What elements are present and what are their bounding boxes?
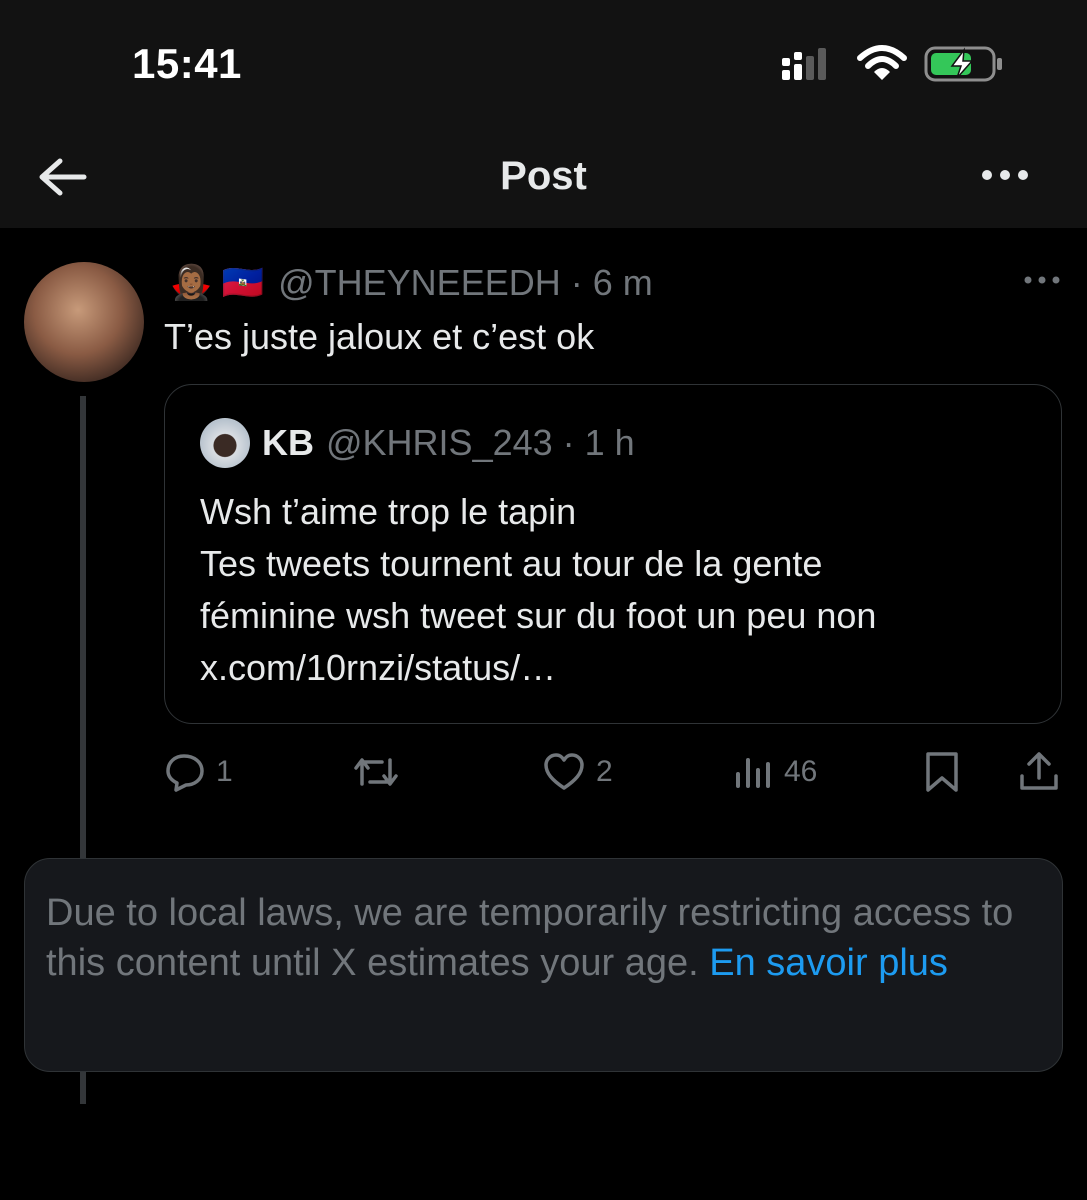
analytics-icon (736, 758, 770, 788)
reply-icon (166, 754, 204, 792)
bookmark-icon (926, 752, 958, 792)
heart-icon (544, 753, 584, 790)
page-title: Post (500, 154, 587, 198)
like-count: 2 (596, 755, 613, 788)
more-options-icon[interactable] (978, 163, 1032, 187)
quoted-author-handle: @KHRIS_243 (326, 422, 553, 463)
quoted-author-avatar (200, 418, 250, 468)
share-icon (1020, 752, 1058, 790)
views-count: 46 (784, 755, 818, 788)
post-text: T’es juste jaloux et c’est ok (164, 316, 595, 357)
quoted-link[interactable]: x.com/10rnzi/status/… (200, 642, 1040, 694)
meta-separator: · (560, 262, 593, 303)
status-time: 15:41 (132, 40, 242, 87)
repost-button[interactable] (352, 748, 410, 796)
share-button[interactable] (1018, 748, 1060, 796)
like-button[interactable]: 2 (542, 748, 613, 796)
quoted-text-line: Tes tweets tournent au tour de la gente (200, 543, 823, 584)
battery-charging-icon (924, 46, 1002, 82)
quoted-author-meta: KB @KHRIS_243 · 1 h (262, 422, 635, 464)
display-name-emojis: 🧛🏾‍♀️ 🇭🇹 (170, 264, 265, 302)
bookmark-button[interactable] (922, 748, 962, 796)
wifi-icon (857, 45, 907, 80)
repost-icon (354, 758, 398, 786)
quoted-post-text: Wsh t’aime trop le tapin Tes tweets tour… (200, 486, 1040, 694)
author-avatar[interactable] (24, 262, 144, 382)
reply-count: 1 (216, 755, 233, 788)
views-button[interactable]: 46 (734, 748, 817, 796)
quoted-text-line: féminine wsh tweet sur du foot un peu no… (200, 595, 877, 636)
age-restriction-text: Due to local laws, we are temporarily re… (46, 888, 1046, 988)
post-time: 6 m (592, 262, 653, 303)
cellular-signal-icon (782, 48, 826, 80)
quoted-author-name: KB (262, 422, 314, 463)
post-author-meta[interactable]: 🧛🏾‍♀️ 🇭🇹 @THEYNEEEDH · 6 m (170, 262, 653, 304)
learn-more-link[interactable]: En savoir plus (709, 942, 948, 984)
quoted-text-line: Wsh t’aime trop le tapin (200, 491, 577, 532)
quoted-post-time: 1 h (584, 422, 635, 463)
meta-separator: · (552, 422, 585, 463)
post-more-icon[interactable] (1022, 272, 1062, 288)
author-handle[interactable]: @THEYNEEEDH (278, 262, 561, 304)
reply-button[interactable]: 1 (164, 748, 233, 796)
